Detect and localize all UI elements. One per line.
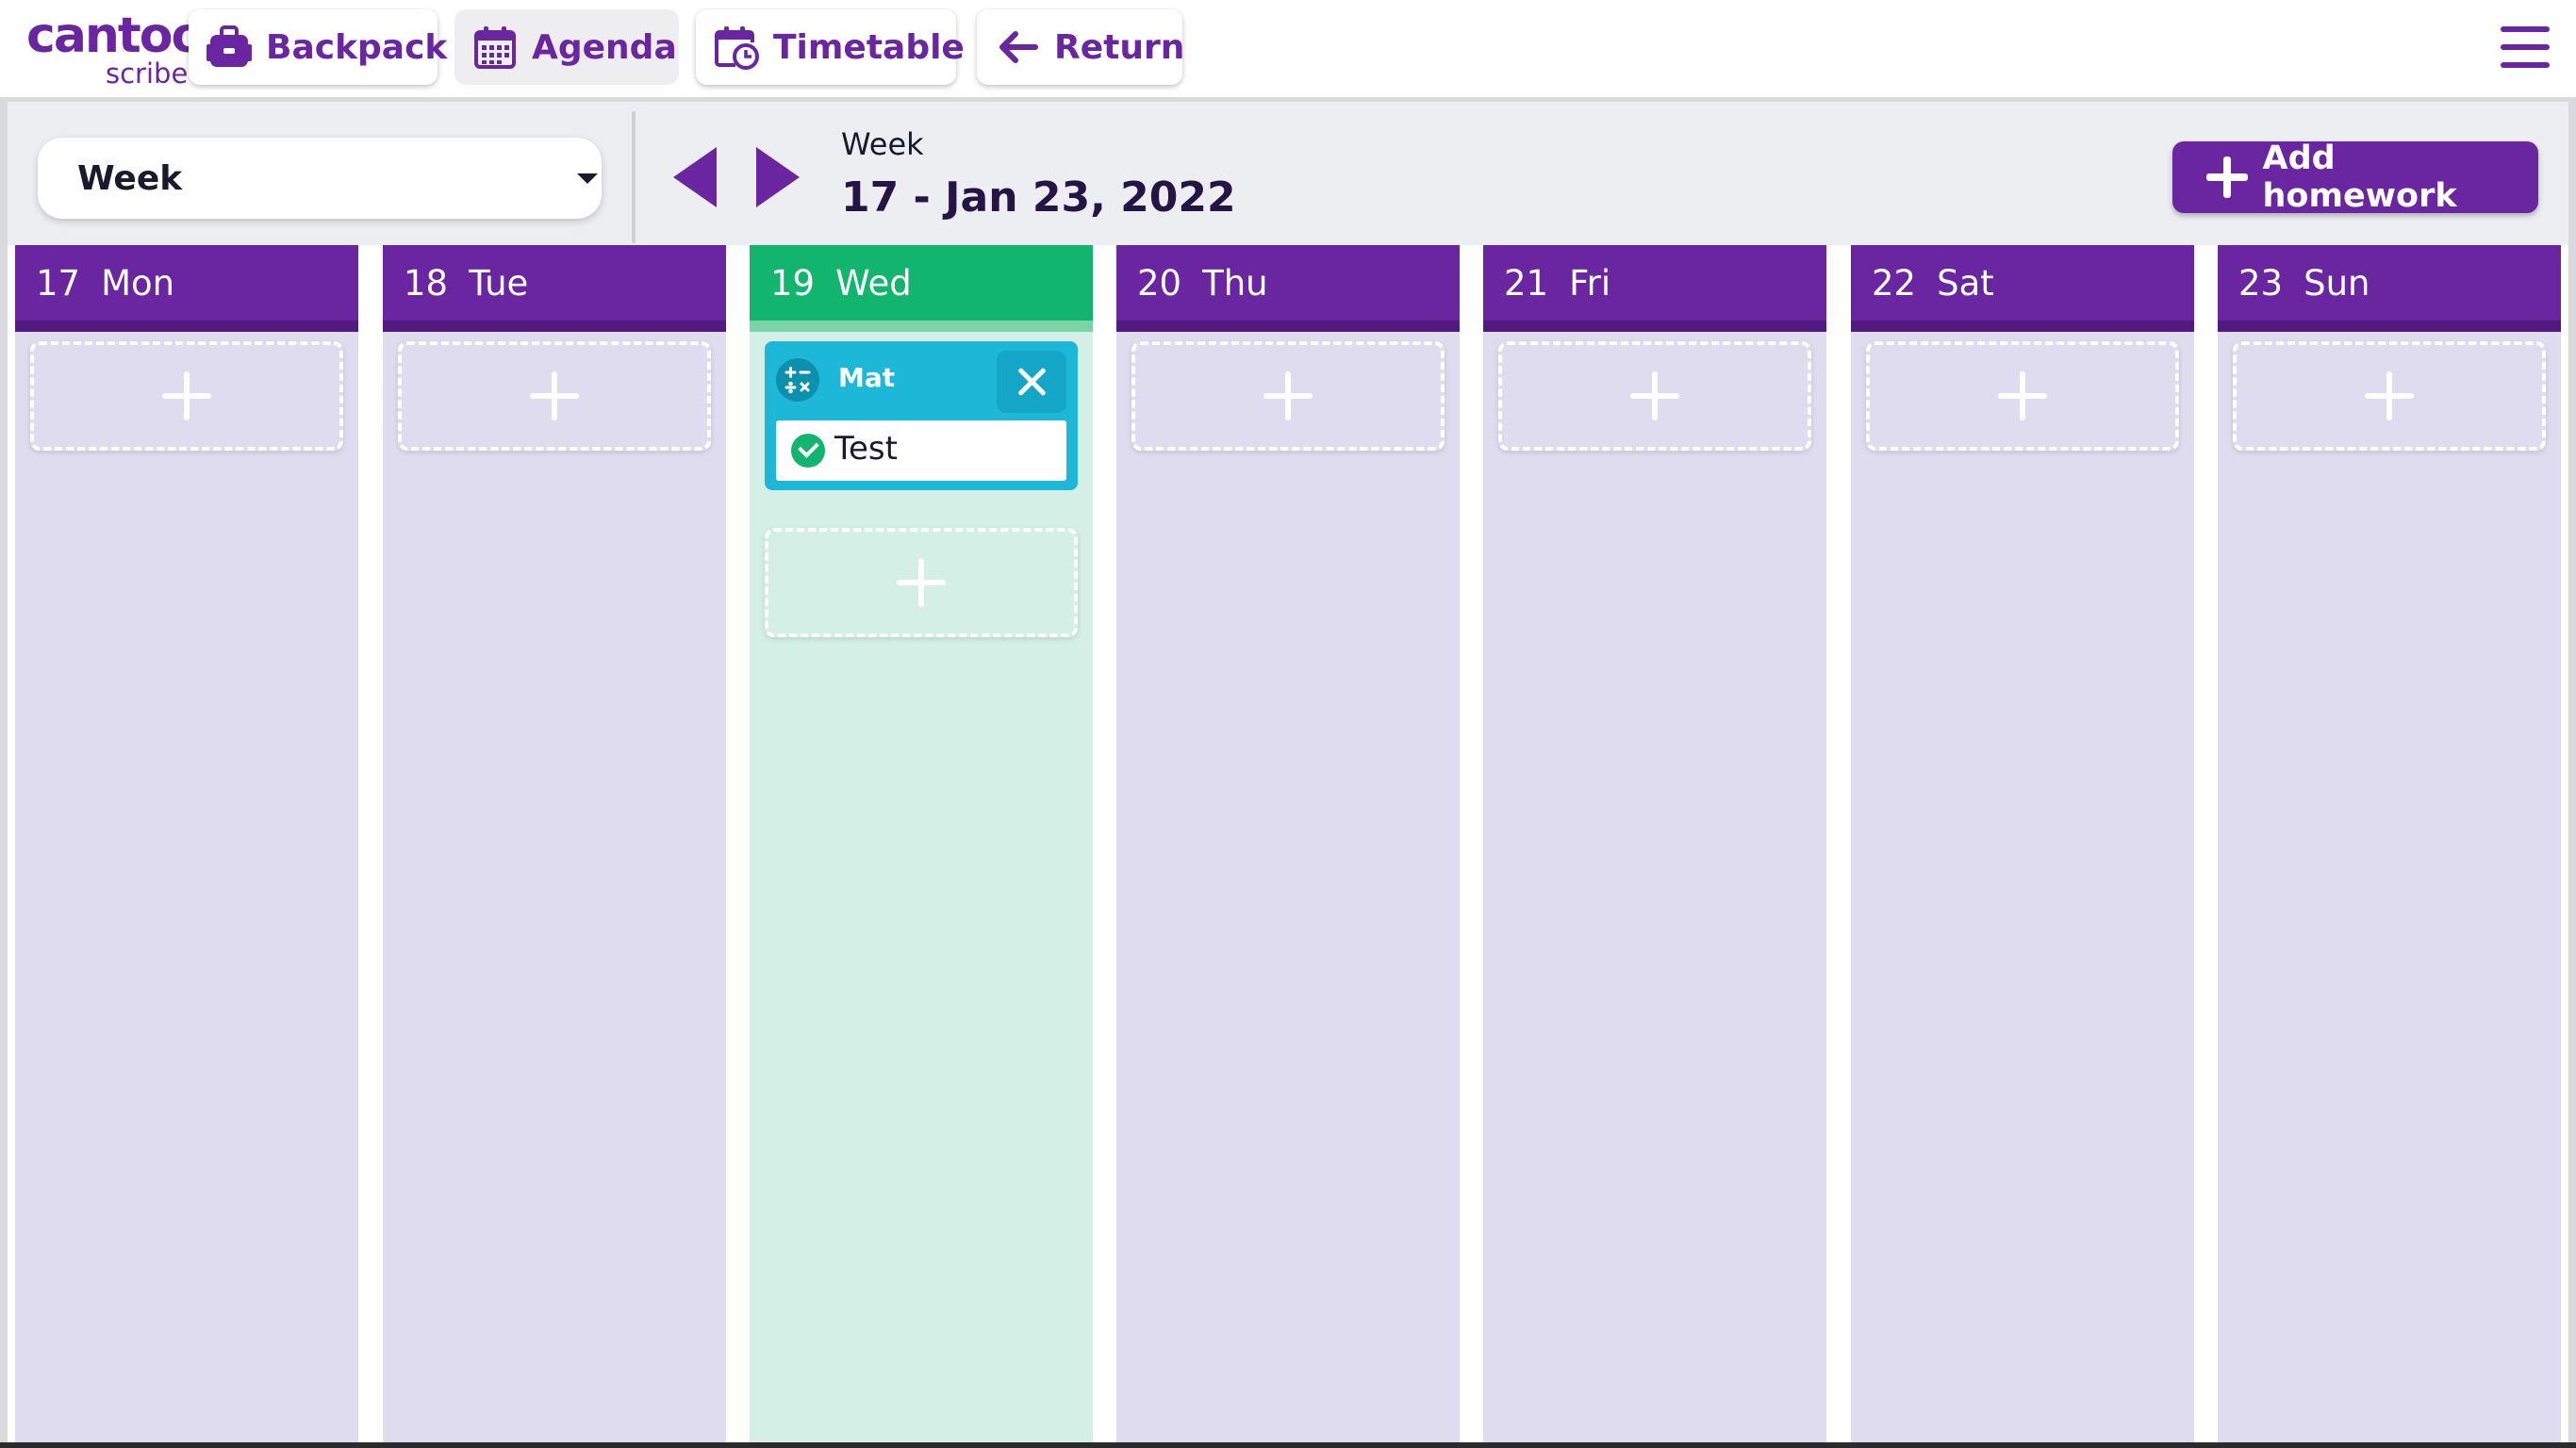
day-column-fri: 21 Fri (1483, 245, 1826, 1442)
day-name: Sat (1937, 262, 1994, 304)
day-header: 17 Mon (15, 245, 358, 332)
backpack-icon (206, 24, 253, 71)
bottom-edge (0, 1442, 2576, 1448)
day-number: 21 (1504, 262, 1549, 304)
close-icon[interactable] (997, 351, 1066, 413)
period-label: Week (841, 126, 924, 162)
day-name: Sun (2304, 262, 2370, 304)
day-header: 21 Fri (1483, 245, 1826, 332)
day-name: Tue (469, 262, 529, 304)
add-homework-slot[interactable] (2233, 341, 2546, 451)
caret-down-icon (577, 173, 598, 184)
day-header: 23 Sun (2218, 245, 2561, 332)
calendar-icon (471, 24, 519, 71)
cantoo-scribe-logo[interactable]: cantoo scribe (26, 6, 205, 90)
add-homework-slot[interactable] (30, 341, 343, 451)
view-mode-value: Week (77, 158, 183, 198)
calendar-border-left (0, 245, 8, 1442)
day-column-wed: 19 Wed Mat Test (750, 245, 1093, 1442)
plus-icon (1630, 371, 1679, 420)
return-button[interactable]: Return (977, 9, 1185, 85)
day-header: 20 Thu (1116, 245, 1460, 332)
homework-task[interactable]: Test (776, 420, 1066, 481)
add-homework-button[interactable]: Add homework (2172, 140, 2538, 215)
day-column-tue: 18 Tue (383, 245, 726, 1442)
plus-icon (2204, 155, 2250, 200)
day-number: 19 (770, 262, 816, 304)
backpack-label: Backpack (266, 27, 448, 67)
check-circle-icon[interactable] (791, 434, 825, 468)
plus-icon (1998, 371, 2047, 420)
hamburger-menu-icon[interactable] (2501, 26, 2550, 68)
toolbar-divider (632, 111, 636, 243)
add-homework-slot[interactable] (1131, 341, 1445, 451)
week-range-title: 17 - Jan 23, 2022 (841, 173, 1236, 222)
agenda-label: Agenda (532, 27, 677, 67)
day-column-sun: 23 Sun (2218, 245, 2561, 1442)
day-number: 20 (1137, 262, 1182, 304)
calendar-clock-icon (713, 24, 760, 71)
day-header: 22 Sat (1851, 245, 2194, 332)
plus-icon (2365, 371, 2414, 420)
arrow-left-icon (994, 24, 1041, 71)
day-name: Fri (1569, 262, 1611, 304)
day-name: Thu (1202, 262, 1268, 304)
add-homework-slot[interactable] (765, 528, 1078, 637)
homework-subject: Mat (838, 362, 896, 393)
timetable-button[interactable]: Timetable (696, 9, 965, 85)
homework-card[interactable]: Mat Test (765, 341, 1078, 490)
backpack-button[interactable]: Backpack (189, 9, 447, 85)
add-homework-slot[interactable] (1498, 341, 1811, 451)
day-name: Mon (101, 262, 175, 304)
day-number: 18 (404, 262, 449, 304)
math-operators-icon (776, 358, 819, 402)
day-column-thu: 20 Thu (1116, 245, 1460, 1442)
plus-icon (162, 371, 211, 420)
day-number: 17 (36, 262, 81, 304)
day-number: 23 (2238, 262, 2284, 304)
plus-icon (530, 371, 579, 420)
view-mode-select[interactable]: Week (38, 138, 602, 219)
toolbar-border-left (0, 102, 8, 245)
day-header: 18 Tue (383, 245, 726, 332)
add-homework-label: Add homework (2262, 140, 2457, 215)
day-number: 22 (1872, 262, 1917, 304)
agenda-button[interactable]: Agenda (454, 9, 679, 85)
day-header-today: 19 Wed (750, 245, 1093, 332)
homework-task-text: Test (834, 430, 898, 468)
add-homework-slot[interactable] (398, 341, 711, 451)
toolbar-border-right (2568, 102, 2576, 245)
logo-sub-text: scribe (106, 58, 189, 90)
previous-week-icon[interactable] (673, 147, 717, 207)
add-homework-slot[interactable] (1866, 341, 2179, 451)
plus-icon (897, 558, 946, 607)
calendar-border-right (2568, 245, 2576, 1442)
next-week-icon[interactable] (756, 147, 800, 207)
plus-icon (1263, 371, 1313, 420)
timetable-label: Timetable (773, 27, 965, 67)
day-column-mon: 17 Mon (15, 245, 358, 1442)
top-bar: cantoo scribe Backpack Agenda Timetable … (0, 0, 2576, 98)
day-name: Wed (835, 262, 912, 304)
day-column-sat: 22 Sat (1851, 245, 2194, 1442)
return-label: Return (1054, 27, 1185, 67)
